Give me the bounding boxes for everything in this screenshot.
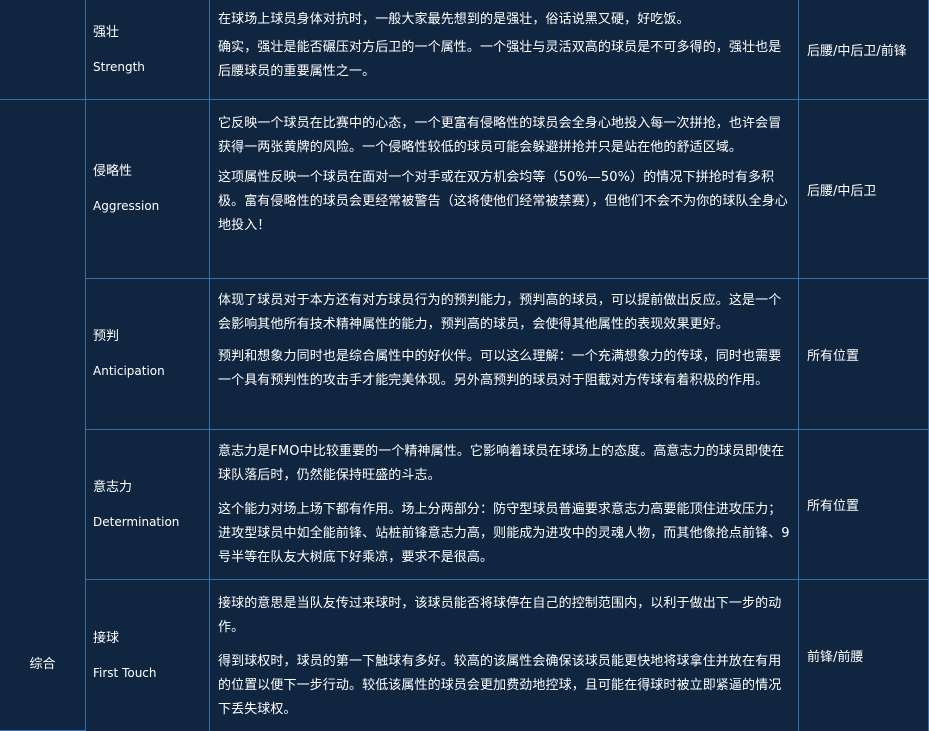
category-cell-empty	[0, 0, 86, 100]
description-paragraph: 这项属性反映一个球员在面对一个对手或在双方机会均等（50%—50%）的情况下拼抢…	[218, 170, 788, 233]
description-paragraph: 预判和想象力同时也是综合属性中的好伙伴。可以这么理解：一个充满想象力的传球，同时…	[218, 349, 782, 388]
description-paragraph: 确实，强壮是能否碾压对方后卫的一个属性。一个强壮与灵活双高的球员是不可多得的，强…	[218, 40, 782, 79]
attribute-name-en: Aggression	[93, 199, 160, 213]
description-paragraph: 体现了球员对于本方还有对方球员行为的预判能力，预判高的球员，可以提前做出反应。这…	[218, 293, 782, 332]
position-text: 所有位置	[807, 499, 860, 514]
description-paragraph: 得到球权时，球员的第一下触球有多好。较高的该属性会确保该球员能更快地将球拿住并放…	[218, 654, 782, 717]
attribute-name-cn: 强壮	[93, 24, 120, 40]
attribute-name-cn: 侵略性	[93, 164, 133, 179]
description-paragraph: 意志力是FMO中比较重要的一个精神属性。它影响着球员在球场上的态度。高意志力的球…	[218, 444, 785, 483]
attribute-description-cell: 它反映一个球员在比赛中的心态，一个更富有侵略性的球员会全身心地投入每一次拼抢，也…	[210, 100, 799, 279]
attribute-description-cell: 在球场上球员身体对抗时，一般大家最先想到的是强壮，俗话说黑又硬，好吃饭。 确实，…	[210, 0, 799, 100]
position-text: 前锋/前腰	[807, 650, 864, 665]
attribute-description-cell: 接球的意思是当队友传过来球时，该球员能否将球停在自己的控制范围内，以利于做出下一…	[210, 580, 799, 731]
attribute-name-en: Strength	[93, 59, 145, 74]
attribute-name-cell: 侵略性 Aggression	[86, 100, 210, 279]
attribute-name-cn: 预判	[93, 329, 120, 344]
description-paragraph: 在球场上球员身体对抗时，一般大家最先想到的是强壮，俗话说黑又硬，好吃饭。	[218, 12, 690, 27]
description-paragraph: 它反映一个球员在比赛中的心态，一个更富有侵略性的球员会全身心地投入每一次拼抢，也…	[218, 116, 782, 155]
attribute-description-cell: 体现了球员对于本方还有对方球员行为的预判能力，预判高的球员，可以提前做出反应。这…	[210, 279, 799, 430]
position-cell: 所有位置	[799, 279, 929, 430]
attribute-name-en: First Touch	[93, 665, 157, 680]
description-paragraph: 接球的意思是当队友传过来球时，该球员能否将球停在自己的控制范围内，以利于做出下一…	[218, 596, 782, 635]
position-cell: 所有位置	[799, 430, 929, 580]
description-paragraph: 这个能力对场上场下都有作用。场上分两部分：防守型球员普遍要求意志力高要能顶住进攻…	[218, 502, 790, 565]
position-text: 后腰/中后卫	[807, 183, 877, 199]
attribute-table: 综合 强壮 Strength 在球场上球员身体对抗时，一般大家最先想到的是强壮，…	[0, 0, 929, 731]
attribute-name-en: Determination	[93, 514, 180, 529]
position-cell: 后腰/中后卫/前锋	[799, 0, 929, 100]
attribute-name-en: Anticipation	[93, 364, 165, 378]
attribute-name-cn: 接球	[93, 630, 120, 646]
category-label: 综合	[29, 657, 56, 672]
position-text: 所有位置	[807, 348, 860, 364]
position-cell: 后腰/中后卫	[799, 100, 929, 279]
position-text: 后腰/中后卫/前锋	[807, 44, 907, 59]
attribute-description-cell: 意志力是FMO中比较重要的一个精神属性。它影响着球员在球场上的态度。高意志力的球…	[210, 430, 799, 580]
attribute-name-cell: 接球 First Touch	[86, 580, 210, 731]
position-cell: 前锋/前腰	[799, 580, 929, 731]
attribute-name-cell: 预判 Anticipation	[86, 279, 210, 430]
attribute-name-cell: 强壮 Strength	[86, 0, 210, 100]
category-cell: 综合	[0, 100, 86, 731]
attribute-name-cn: 意志力	[93, 479, 133, 495]
attribute-name-cell: 意志力 Determination	[86, 430, 210, 580]
